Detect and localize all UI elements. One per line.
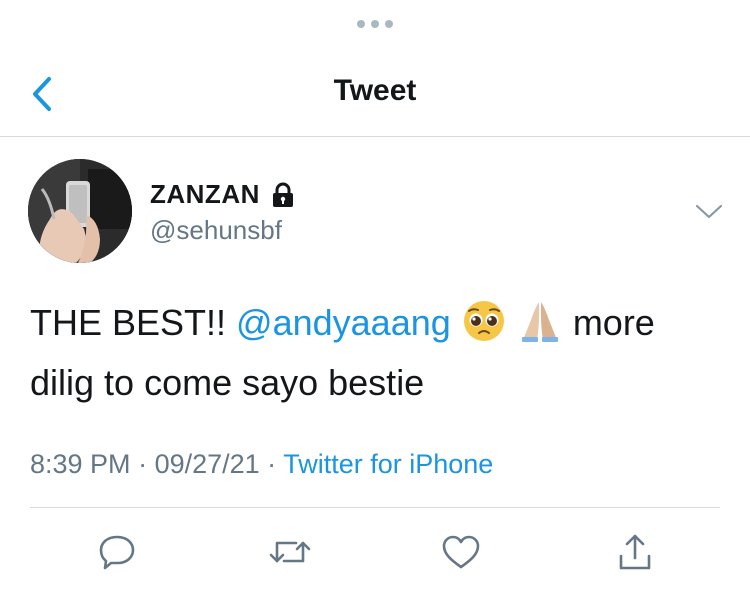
divider [30, 507, 720, 508]
meta-separator: · [130, 449, 155, 479]
avatar[interactable] [28, 159, 132, 263]
reply-button[interactable] [92, 530, 142, 574]
tweet-detail: ZANZAN @sehunsbf THE BEST!! @andyaaang m… [0, 137, 750, 595]
share-button[interactable] [610, 530, 660, 574]
tweet-date: 09/27/21 [154, 449, 260, 479]
sheet-grabber-dots [345, 18, 405, 30]
page-title: Tweet [333, 74, 417, 107]
tweet-meta: 8:39 PM · 09/27/21 · Twitter for iPhone [30, 449, 493, 480]
avatar-image [28, 159, 132, 263]
like-button[interactable] [436, 530, 486, 574]
tweet-time: 8:39 PM [30, 449, 131, 479]
navigation-bar: Tweet [0, 56, 750, 137]
pleading-face-emoji [463, 301, 504, 342]
display-name: ZANZAN [150, 179, 260, 209]
mention-link[interactable]: @andyaaang [236, 302, 451, 343]
like-icon [442, 535, 480, 569]
dot [357, 20, 365, 28]
meta-separator: · [259, 449, 284, 479]
dot [371, 20, 379, 28]
lock-icon [272, 182, 293, 207]
retweet-button[interactable] [265, 530, 315, 574]
user-handle: @sehunsbf [150, 215, 282, 245]
folded-hands-emoji [521, 302, 558, 343]
share-icon [619, 534, 651, 570]
reply-icon [99, 535, 135, 570]
dot [385, 20, 393, 28]
retweet-icon [269, 541, 311, 563]
tweet-text: THE BEST!! @andyaaang more dilig to come… [30, 293, 720, 413]
tweet-text-end: more [572, 302, 655, 343]
chevron-down-icon [695, 204, 723, 219]
tweet-source-link[interactable]: Twitter for iPhone [283, 449, 493, 479]
tweet-text-line2: dilig to come sayo bestie [30, 362, 425, 403]
action-bar [0, 522, 750, 582]
more-options-button[interactable] [692, 199, 726, 225]
user-name-row[interactable]: ZANZAN [150, 179, 296, 210]
tweet-text-start: THE BEST!! [30, 302, 237, 343]
